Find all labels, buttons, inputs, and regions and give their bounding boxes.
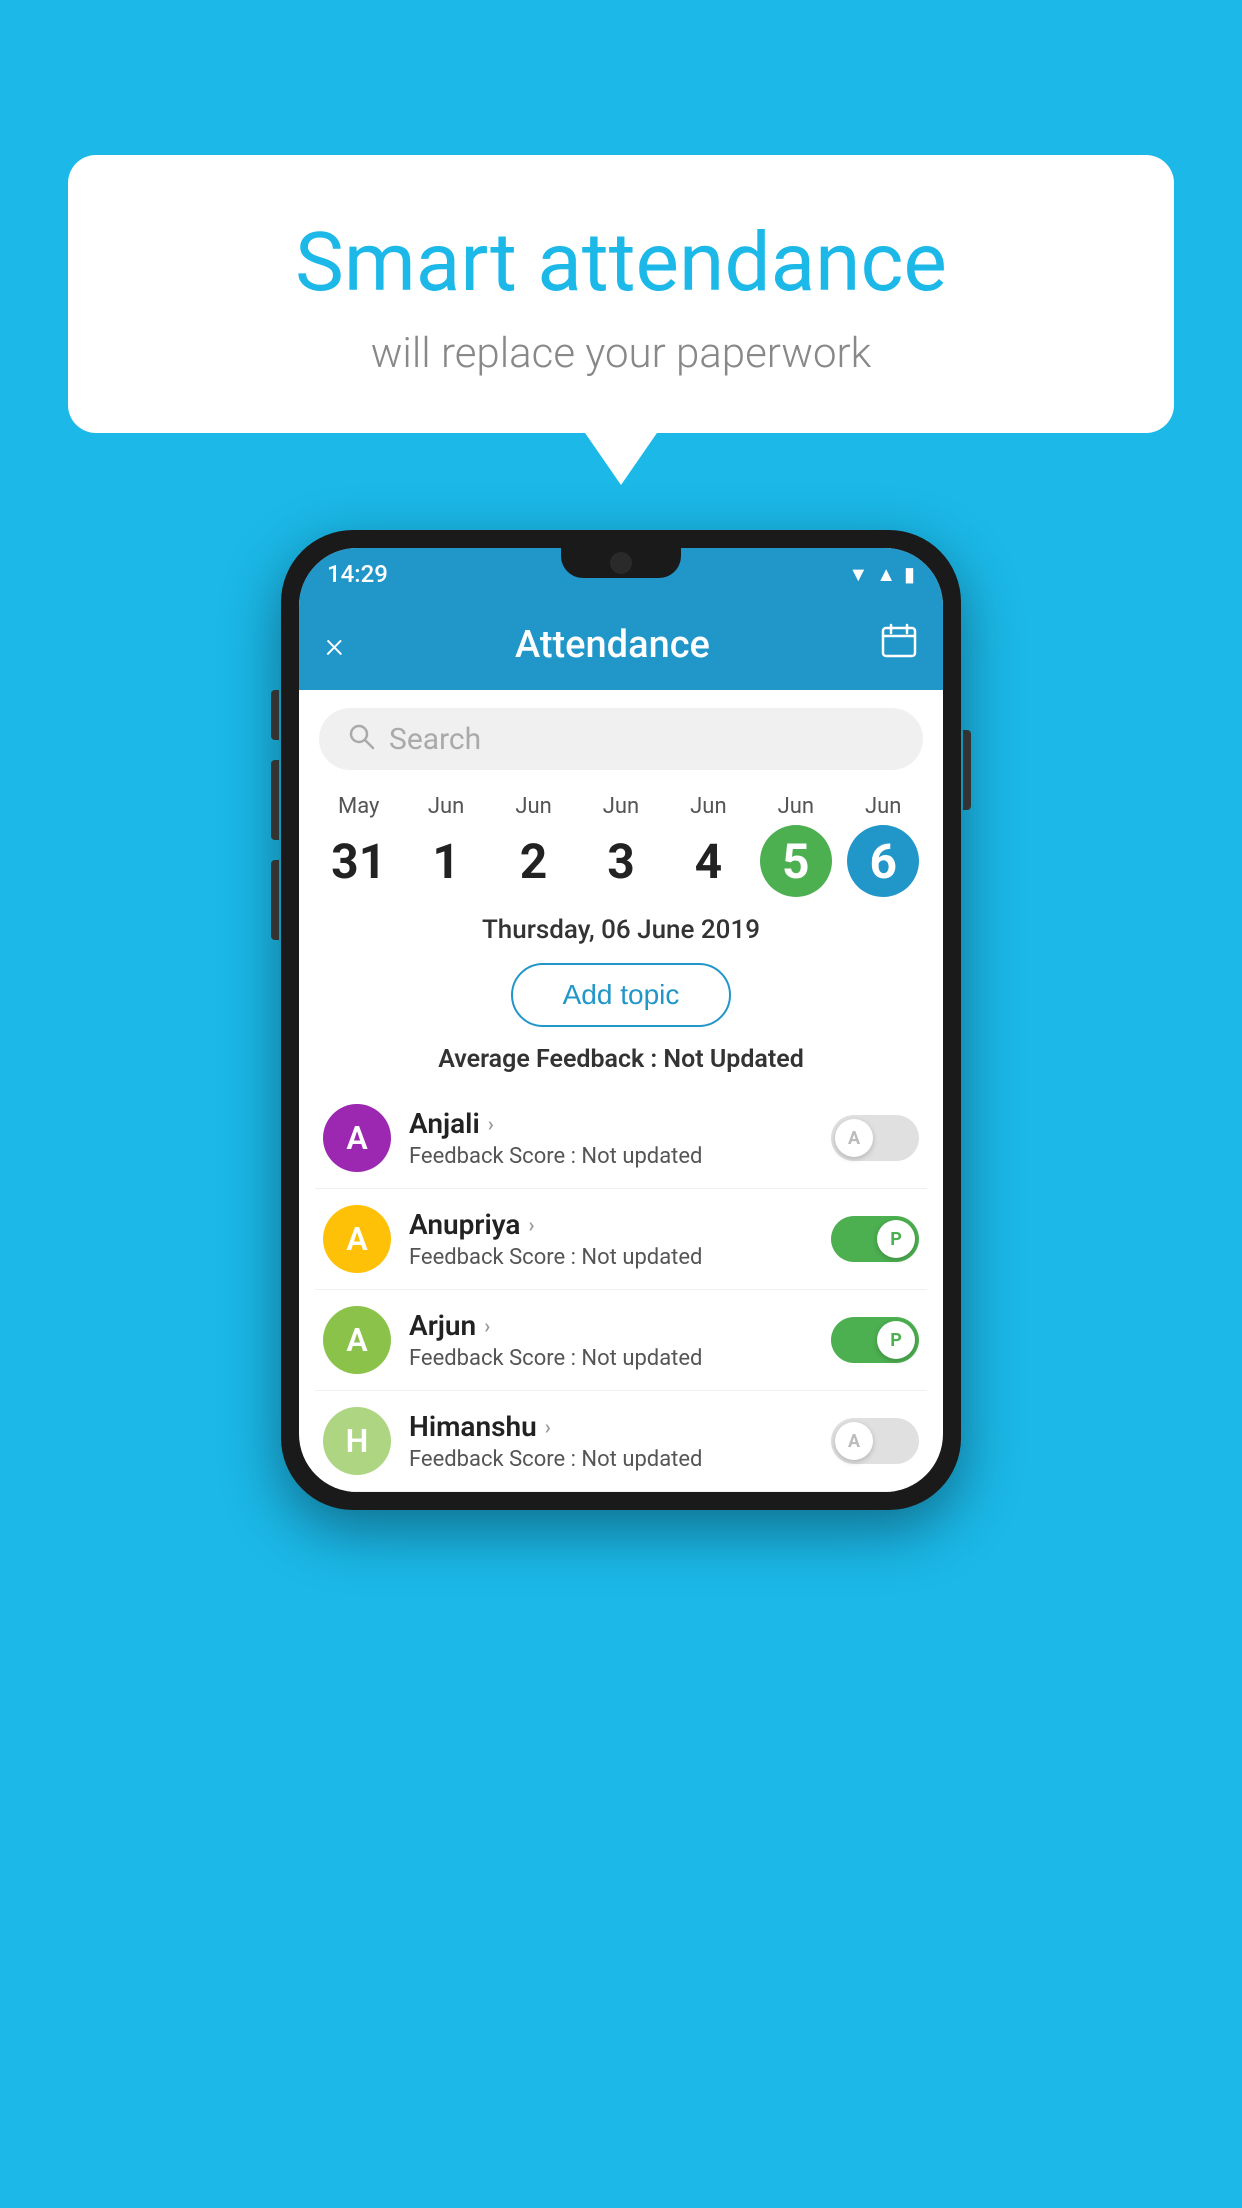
student-item-anupriya[interactable]: A Anupriya › Feedback Score : Not update…	[315, 1189, 927, 1290]
avatar-anjali: A	[323, 1104, 391, 1172]
date-col-5[interactable]: Jun 5	[756, 794, 836, 897]
student-item-himanshu[interactable]: H Himanshu › Feedback Score : Not update…	[315, 1391, 927, 1492]
volume-down-button	[271, 760, 279, 840]
chevron-icon: ›	[545, 1415, 551, 1439]
student-info-himanshu: Himanshu › Feedback Score : Not updated	[409, 1410, 813, 1472]
phone-screen: 14:29 ▼ ▲ ▮ × Attendance	[299, 548, 943, 1492]
power-button	[963, 730, 971, 810]
toggle-knob-anupriya: P	[877, 1220, 915, 1258]
attendance-toggle-anjali[interactable]: A	[831, 1115, 919, 1161]
month-5: Jun	[778, 794, 814, 819]
date-col-1[interactable]: Jun 1	[406, 794, 486, 897]
avatar-himanshu: H	[323, 1407, 391, 1475]
app-header: × Attendance	[299, 600, 943, 690]
avg-feedback-label: Average Feedback :	[438, 1045, 657, 1074]
month-1: Jun	[428, 794, 464, 819]
add-topic-button[interactable]: Add topic	[511, 963, 732, 1027]
student-feedback-anupriya: Feedback Score : Not updated	[409, 1245, 813, 1270]
month-3: Jun	[603, 794, 639, 819]
student-name-anjali: Anjali ›	[409, 1107, 813, 1140]
toggle-knob-anjali: A	[835, 1119, 873, 1157]
month-6: Jun	[865, 794, 901, 819]
status-time: 14:29	[327, 560, 388, 588]
selected-date-label: Thursday, 06 June 2019	[299, 903, 943, 955]
search-icon	[347, 722, 375, 757]
battery-icon: ▮	[904, 562, 915, 586]
day-1: 1	[410, 825, 482, 897]
date-col-3[interactable]: Jun 3	[581, 794, 661, 897]
month-4: Jun	[690, 794, 726, 819]
phone-notch	[561, 548, 681, 578]
avatar-arjun: A	[323, 1306, 391, 1374]
day-0: 31	[323, 825, 395, 897]
chevron-icon: ›	[488, 1112, 494, 1136]
silent-button	[271, 860, 279, 940]
bubble-title: Smart attendance	[118, 215, 1124, 311]
search-bar[interactable]: Search	[319, 708, 923, 770]
status-icons: ▼ ▲ ▮	[848, 562, 915, 587]
speech-bubble-container: Smart attendance will replace your paper…	[68, 155, 1174, 433]
toggle-container-himanshu[interactable]: A	[831, 1418, 919, 1464]
calendar-icon[interactable]	[881, 623, 917, 667]
date-col-4[interactable]: Jun 4	[668, 794, 748, 897]
toggle-container-arjun[interactable]: P	[831, 1317, 919, 1363]
student-feedback-arjun: Feedback Score : Not updated	[409, 1346, 813, 1371]
speech-bubble: Smart attendance will replace your paper…	[68, 155, 1174, 433]
search-placeholder: Search	[389, 722, 481, 757]
chevron-icon: ›	[528, 1213, 534, 1237]
student-name-himanshu: Himanshu ›	[409, 1410, 813, 1443]
phone-outer: 14:29 ▼ ▲ ▮ × Attendance	[281, 530, 961, 1510]
front-camera	[610, 552, 632, 574]
toggle-knob-arjun: P	[877, 1321, 915, 1359]
student-feedback-himanshu: Feedback Score : Not updated	[409, 1447, 813, 1472]
student-list: A Anjali › Feedback Score : Not updated	[299, 1088, 943, 1492]
student-item-anjali[interactable]: A Anjali › Feedback Score : Not updated	[315, 1088, 927, 1189]
chevron-icon: ›	[484, 1314, 490, 1338]
date-col-6[interactable]: Jun 6	[843, 794, 923, 897]
volume-up-button	[271, 690, 279, 740]
toggle-knob-himanshu: A	[835, 1422, 873, 1460]
day-2: 2	[498, 825, 570, 897]
month-2: Jun	[515, 794, 551, 819]
avg-feedback-value: Not Updated	[663, 1045, 803, 1074]
month-0: May	[338, 794, 379, 819]
avatar-anupriya: A	[323, 1205, 391, 1273]
student-info-anupriya: Anupriya › Feedback Score : Not updated	[409, 1208, 813, 1270]
day-3: 3	[585, 825, 657, 897]
wifi-icon: ▼	[848, 562, 868, 587]
header-title: Attendance	[515, 623, 710, 667]
date-strip: May 31 Jun 1 Jun 2 Jun 3 Jun 4	[299, 780, 943, 903]
day-4: 4	[672, 825, 744, 897]
toggle-container-anjali[interactable]: A	[831, 1115, 919, 1161]
student-info-arjun: Arjun › Feedback Score : Not updated	[409, 1309, 813, 1371]
student-name-anupriya: Anupriya ›	[409, 1208, 813, 1241]
signal-icon: ▲	[876, 562, 896, 587]
bubble-subtitle: will replace your paperwork	[118, 329, 1124, 378]
student-info-anjali: Anjali › Feedback Score : Not updated	[409, 1107, 813, 1169]
student-feedback-anjali: Feedback Score : Not updated	[409, 1144, 813, 1169]
phone-mockup: 14:29 ▼ ▲ ▮ × Attendance	[281, 530, 961, 1510]
student-item-arjun[interactable]: A Arjun › Feedback Score : Not updated	[315, 1290, 927, 1391]
attendance-toggle-anupriya[interactable]: P	[831, 1216, 919, 1262]
close-button[interactable]: ×	[325, 624, 344, 666]
date-col-2[interactable]: Jun 2	[494, 794, 574, 897]
student-name-arjun: Arjun ›	[409, 1309, 813, 1342]
attendance-toggle-himanshu[interactable]: A	[831, 1418, 919, 1464]
day-6: 6	[847, 825, 919, 897]
avg-feedback: Average Feedback : Not Updated	[299, 1039, 943, 1088]
date-col-0[interactable]: May 31	[319, 794, 399, 897]
toggle-container-anupriya[interactable]: P	[831, 1216, 919, 1262]
attendance-toggle-arjun[interactable]: P	[831, 1317, 919, 1363]
day-5: 5	[760, 825, 832, 897]
